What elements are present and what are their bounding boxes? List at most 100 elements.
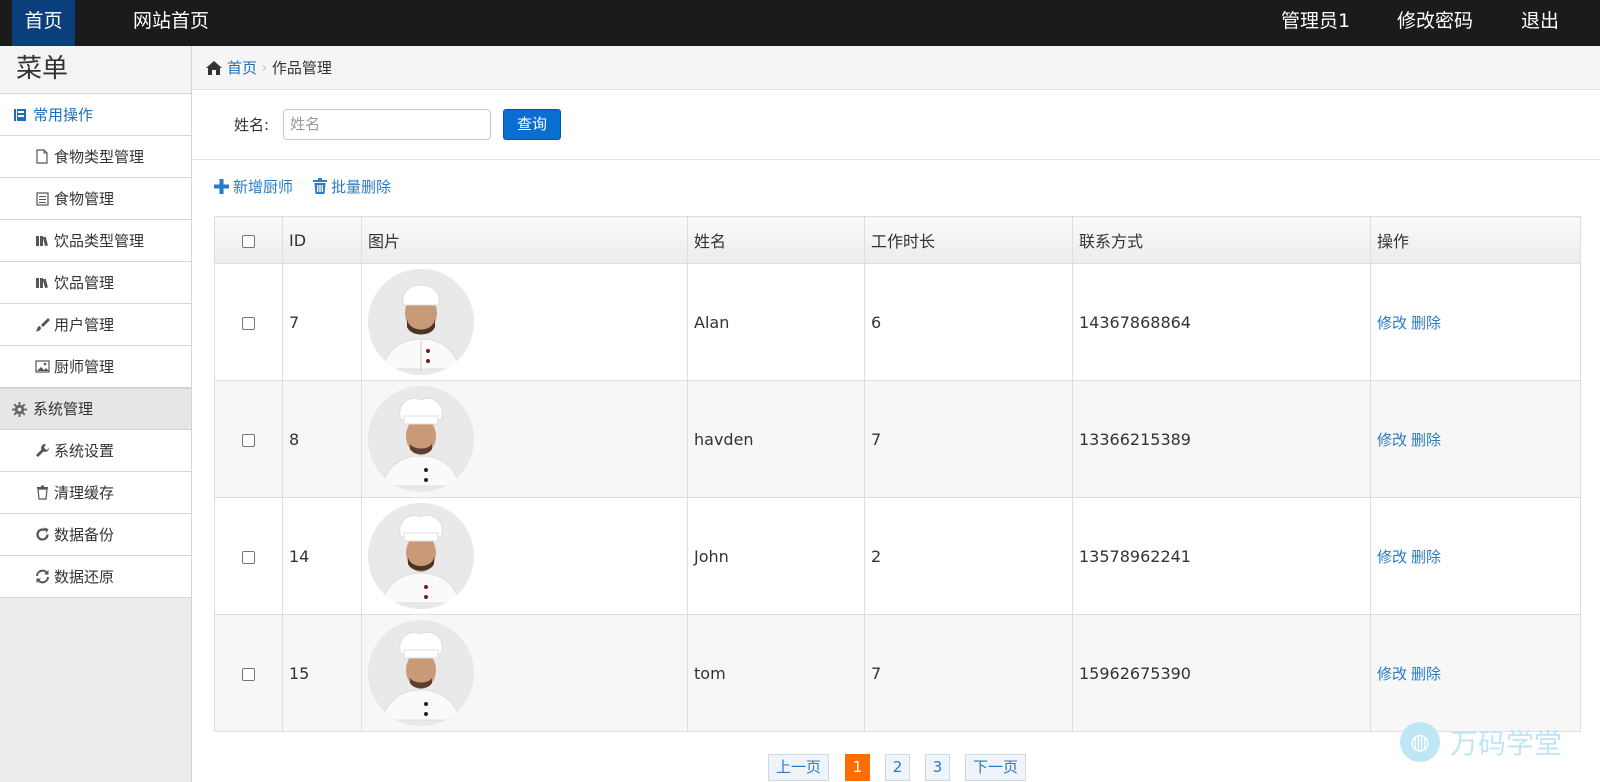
col-hours-header: 工作时长 [864, 216, 1073, 264]
edit-link[interactable]: 修改 [1377, 431, 1407, 449]
book-icon [12, 107, 27, 122]
delete-link[interactable]: 删除 [1411, 314, 1441, 332]
row-checkbox[interactable] [242, 550, 255, 564]
col-image-header: 图片 [361, 216, 688, 264]
top-nav-left: 首页 网站首页 [12, 0, 209, 46]
sidebar-group-label: 系统管理 [33, 400, 94, 418]
table-row: 7 Alan 6 14367868864 修改 删除 [214, 263, 1581, 381]
cell-name: havden [687, 380, 865, 498]
watermark-logo-icon: ◍ [1400, 722, 1440, 762]
list-icon [34, 191, 50, 207]
nav-site-home-link[interactable]: 网站首页 [75, 0, 209, 46]
edit-link[interactable]: 修改 [1377, 314, 1407, 332]
sidebar-item-label: 数据还原 [54, 568, 115, 586]
sidebar-item-user[interactable]: 用户管理 [0, 304, 191, 346]
file-icon [34, 149, 50, 165]
sidebar-group-label: 常用操作 [33, 105, 94, 124]
cell-name: John [687, 497, 865, 615]
row-select-cell [214, 380, 283, 498]
edit-link[interactable]: 修改 [1377, 665, 1407, 683]
cell-ops: 修改 删除 [1370, 263, 1581, 381]
cell-id: 8 [282, 380, 362, 498]
add-chef-button[interactable]: 新增厨师 [214, 176, 293, 197]
cell-image [361, 497, 688, 615]
query-button[interactable]: 查询 [503, 109, 562, 140]
delete-link[interactable]: 删除 [1411, 548, 1441, 566]
breadcrumb-separator-icon: › [262, 60, 267, 75]
breadcrumb-home-link[interactable]: 首页 [206, 57, 257, 78]
sidebar-item-drink-type[interactable]: 饮品类型管理 [0, 220, 191, 262]
wrench-icon [34, 443, 50, 459]
col-name-header: 姓名 [687, 216, 865, 264]
sidebar-group-common[interactable]: 常用操作 [0, 94, 191, 136]
sidebar-item-settings[interactable]: 系统设置 [0, 430, 191, 472]
page-button-1[interactable]: 1 [845, 754, 870, 781]
chef-avatar-image [368, 620, 474, 726]
sidebar-group-system[interactable]: 系统管理 [0, 388, 191, 430]
prev-page-button[interactable]: 上一页 [768, 754, 829, 781]
cell-phone: 13366215389 [1072, 380, 1371, 498]
row-checkbox[interactable] [242, 667, 255, 681]
sidebar-item-clear-cache[interactable]: 清理缓存 [0, 472, 191, 514]
logout-link[interactable]: 退出 [1521, 0, 1559, 46]
delete-link[interactable]: 删除 [1411, 665, 1441, 683]
search-bar: 姓名: 查询 [192, 90, 1600, 160]
batch-delete-label: 批量删除 [331, 177, 392, 196]
books-icon [34, 233, 50, 249]
trash-icon [34, 485, 50, 501]
nav-home-tab[interactable]: 首页 [12, 0, 75, 46]
sidebar-item-label: 厨师管理 [54, 358, 115, 376]
col-ops-header: 操作 [1370, 216, 1581, 264]
batch-delete-button[interactable]: 批量删除 [313, 176, 391, 197]
table-header-row: ID 图片 姓名 工作时长 联系方式 操作 [214, 216, 1581, 264]
cell-ops: 修改 删除 [1370, 614, 1581, 732]
page-button-2[interactable]: 2 [885, 754, 910, 781]
table-row: 14 John 2 13578962241 修改 删除 [214, 497, 1581, 615]
page-button-3[interactable]: 3 [925, 754, 950, 781]
cell-id: 14 [282, 497, 362, 615]
table-row: 15 tom 7 15962675390 修改 删除 [214, 614, 1581, 732]
chef-avatar-image [368, 503, 474, 609]
sidebar-item-restore[interactable]: 数据还原 [0, 556, 191, 598]
sidebar-item-food-type[interactable]: 食物类型管理 [0, 136, 191, 178]
cell-ops: 修改 删除 [1370, 380, 1581, 498]
sidebar-item-backup[interactable]: 数据备份 [0, 514, 191, 556]
refresh-icon [34, 527, 50, 543]
top-bar: 首页 网站首页 管理员1 修改密码 退出 [0, 0, 1600, 46]
sidebar-item-drink[interactable]: 饮品管理 [0, 262, 191, 304]
search-name-input[interactable] [283, 109, 492, 140]
chef-avatar-image [368, 269, 474, 375]
sync-icon [34, 569, 50, 585]
col-id-header: ID [282, 216, 362, 264]
image-icon [34, 359, 50, 375]
select-all-cell [214, 216, 283, 264]
sidebar-item-chef[interactable]: 厨师管理 [0, 346, 191, 388]
admin-user-link[interactable]: 管理员1 [1281, 0, 1350, 46]
change-password-link[interactable]: 修改密码 [1397, 0, 1473, 46]
chef-table: ID 图片 姓名 工作时长 联系方式 操作 7 Alan 6 143678688… [214, 216, 1581, 732]
sidebar-item-food[interactable]: 食物管理 [0, 178, 191, 220]
edit-link[interactable]: 修改 [1377, 548, 1407, 566]
cell-hours: 7 [864, 614, 1073, 732]
main-content: 首页 › 作品管理 姓名: 查询 新增厨师 批量删除 ID 图片 姓名 工作时长… [192, 46, 1600, 782]
pagination: 上一页 1 2 3 下一页 [192, 754, 1600, 782]
sidebar-item-label: 数据备份 [54, 526, 115, 544]
next-page-button[interactable]: 下一页 [965, 754, 1026, 781]
chef-avatar-image [368, 386, 474, 492]
action-bar: 新增厨师 批量删除 [192, 160, 1600, 212]
col-contact-header: 联系方式 [1072, 216, 1371, 264]
cell-id: 7 [282, 263, 362, 381]
cell-ops: 修改 删除 [1370, 497, 1581, 615]
select-all-checkbox[interactable] [242, 234, 255, 248]
cell-phone: 14367868864 [1072, 263, 1371, 381]
plus-icon [214, 178, 229, 194]
sidebar-item-label: 用户管理 [54, 316, 115, 334]
cell-image [361, 614, 688, 732]
cell-hours: 7 [864, 380, 1073, 498]
books-icon [34, 275, 50, 291]
cell-id: 15 [282, 614, 362, 732]
delete-link[interactable]: 删除 [1411, 431, 1441, 449]
brush-icon [34, 317, 50, 333]
row-checkbox[interactable] [242, 316, 255, 330]
row-checkbox[interactable] [242, 433, 255, 447]
